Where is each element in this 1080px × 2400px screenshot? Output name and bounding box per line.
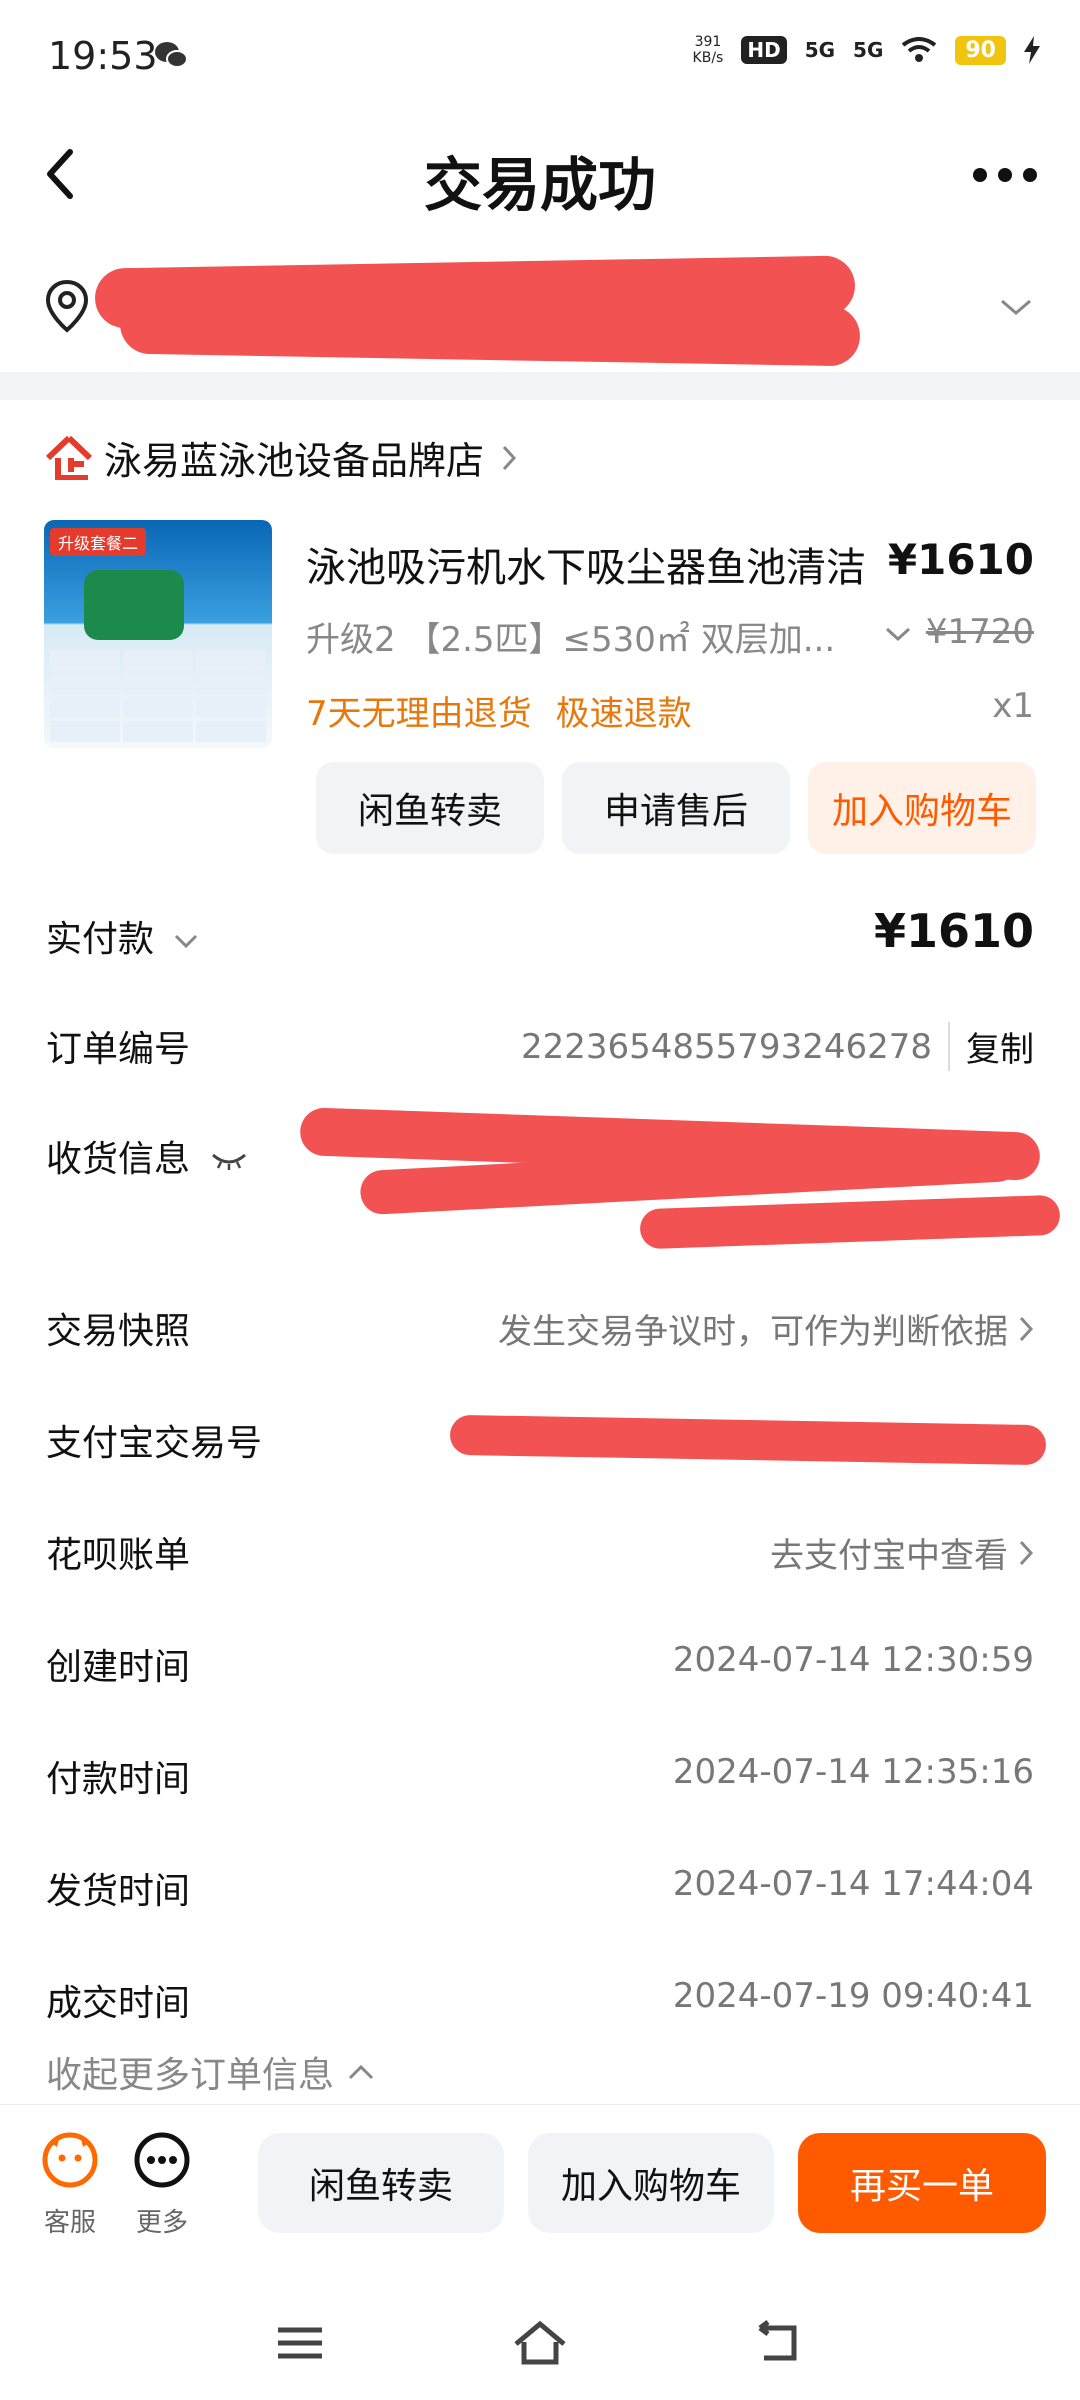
bottom-action-bar: 客服 更多 闲鱼转卖 加入购物车 再买一单 <box>0 2104 1080 2274</box>
after-sales-button[interactable]: 申请售后 <box>562 762 790 854</box>
huabei-label: 花呗账单 <box>46 1535 191 1576</box>
page-title: 交易成功 <box>423 151 656 219</box>
bottom-add-to-cart-button[interactable]: 加入购物车 <box>528 2133 774 2233</box>
shipping-label: 收货信息 <box>46 1130 247 1182</box>
menu-icon[interactable] <box>270 2318 330 2368</box>
add-to-cart-button[interactable]: 加入购物车 <box>808 762 1036 854</box>
more-icon[interactable] <box>970 160 1040 190</box>
product-quantity: x1 <box>992 686 1034 726</box>
more-circle-icon <box>134 2132 190 2188</box>
created-label: 创建时间 <box>46 1647 191 1688</box>
redaction-mark <box>119 293 861 367</box>
shop-link[interactable]: 泳易蓝泳池设备品牌店 <box>44 430 518 485</box>
chevron-up-icon <box>348 2064 374 2080</box>
tag-return: 7天无理由退货 <box>306 694 532 734</box>
top-header: 交易成功 <box>0 120 1080 230</box>
product-pump-graphic <box>84 570 184 640</box>
resell-button[interactable]: 闲鱼转卖 <box>316 762 544 854</box>
shipped-value: 2024-07-14 17:44:04 <box>672 1864 1034 1904</box>
alipay-row: 支付宝交易号 <box>0 1394 1080 1484</box>
shop-name: 泳易蓝泳池设备品牌店 <box>104 439 485 483</box>
more-label: 更多 <box>135 2208 188 2238</box>
alipay-label: 支付宝交易号 <box>46 1423 263 1464</box>
charging-icon <box>1024 36 1040 64</box>
chevron-right-icon <box>502 445 517 470</box>
copy-button[interactable]: 复制 <box>948 1022 1034 1071</box>
address-row[interactable] <box>0 250 1080 370</box>
enterprise-shop-icon <box>45 435 93 480</box>
snapshot-value: 发生交易争议时，可作为判断依据 <box>498 1304 1034 1353</box>
product-image[interactable]: 升级套餐二 <box>44 520 272 748</box>
chevron-down-icon <box>175 934 198 949</box>
buy-again-button[interactable]: 再买一单 <box>798 2133 1046 2233</box>
back-nav-icon[interactable] <box>750 2318 810 2368</box>
tag-refund: 极速退款 <box>555 694 692 734</box>
home-icon[interactable] <box>510 2318 570 2368</box>
collapse-order-info[interactable]: 收起更多订单信息 <box>46 2046 376 2098</box>
order-number-row: 订单编号 2223654855793246278 复制 <box>0 1000 1080 1090</box>
product-spec-grid <box>50 650 266 742</box>
huabei-row[interactable]: 花呗账单 去支付宝中查看 <box>0 1506 1080 1596</box>
order-number-value: 2223654855793246278 复制 <box>521 1022 1034 1071</box>
status-time: 19:53 <box>48 34 158 78</box>
battery-indicator: 90 <box>955 35 1006 65</box>
section-divider <box>0 372 1080 400</box>
order-number-label: 订单编号 <box>46 1029 191 1070</box>
original-price: ¥1720 <box>925 612 1034 652</box>
paid-value: ¥1610 <box>873 904 1034 958</box>
shipped-row: 发货时间 2024-07-14 17:44:04 <box>0 1842 1080 1932</box>
snapshot-row[interactable]: 交易快照 发生交易争议时，可作为判断依据 <box>0 1282 1080 1372</box>
location-pin-icon <box>45 279 89 333</box>
redaction-mark <box>449 1414 1047 1466</box>
bottom-resell-button[interactable]: 闲鱼转卖 <box>258 2133 504 2233</box>
product-spec[interactable]: 升级2 【2.5匹】≤530㎡ 双层加... <box>306 612 835 661</box>
chevron-down-icon[interactable] <box>884 625 912 643</box>
snapshot-label: 交易快照 <box>46 1311 191 1352</box>
shipped-label: 发货时间 <box>46 1871 191 1912</box>
chevron-right-icon <box>1019 1316 1034 1341</box>
status-bar: 19:53 391 KB/s HD 5G 5G 90 <box>0 0 1080 110</box>
redaction-mark <box>639 1194 1061 1250</box>
net-speed: 391 KB/s <box>692 34 724 66</box>
eye-closed-icon[interactable] <box>211 1151 247 1171</box>
paid-time-row: 付款时间 2024-07-14 12:35:16 <box>0 1730 1080 1820</box>
paid-time-value: 2024-07-14 12:35:16 <box>672 1752 1034 1792</box>
customer-service-icon <box>42 2132 98 2188</box>
deal-row: 成交时间 2024-07-19 09:40:41 <box>0 1954 1080 2044</box>
product-image-badge: 升级套餐二 <box>50 528 147 556</box>
wechat-icon <box>155 42 188 68</box>
huabei-value: 去支付宝中查看 <box>770 1528 1034 1577</box>
product-title[interactable]: 泳池吸污机水下吸尘器鱼池清洁 <box>306 535 866 593</box>
hd-badge: HD <box>741 36 787 64</box>
paid-row[interactable]: 实付款 ¥1610 <box>0 890 1080 980</box>
deal-value: 2024-07-19 09:40:41 <box>672 1976 1034 2016</box>
more-button[interactable]: 更多 <box>122 2131 202 2239</box>
customer-service-label: 客服 <box>43 2208 96 2238</box>
paid-time-label: 付款时间 <box>46 1759 191 1800</box>
product-price: ¥1610 <box>887 535 1034 584</box>
product-actions: 闲鱼转卖 申请售后 加入购物车 <box>316 762 1036 854</box>
service-tags: 7天无理由退货 极速退款 <box>306 686 692 735</box>
chevron-down-icon <box>1001 299 1031 315</box>
chevron-right-icon <box>1019 1540 1034 1565</box>
signal-1: 5G <box>804 38 836 62</box>
signal-2: 5G <box>853 38 884 62</box>
created-value: 2024-07-14 12:30:59 <box>672 1640 1034 1680</box>
wifi-icon <box>902 37 937 62</box>
deal-label: 成交时间 <box>46 1983 191 2024</box>
paid-label: 实付款 <box>46 910 199 962</box>
system-nav-bar <box>0 2290 1080 2400</box>
created-row: 创建时间 2024-07-14 12:30:59 <box>0 1618 1080 1708</box>
shipping-info-row[interactable]: 收货信息 <box>0 1107 1080 1270</box>
customer-service-button[interactable]: 客服 <box>30 2131 110 2239</box>
